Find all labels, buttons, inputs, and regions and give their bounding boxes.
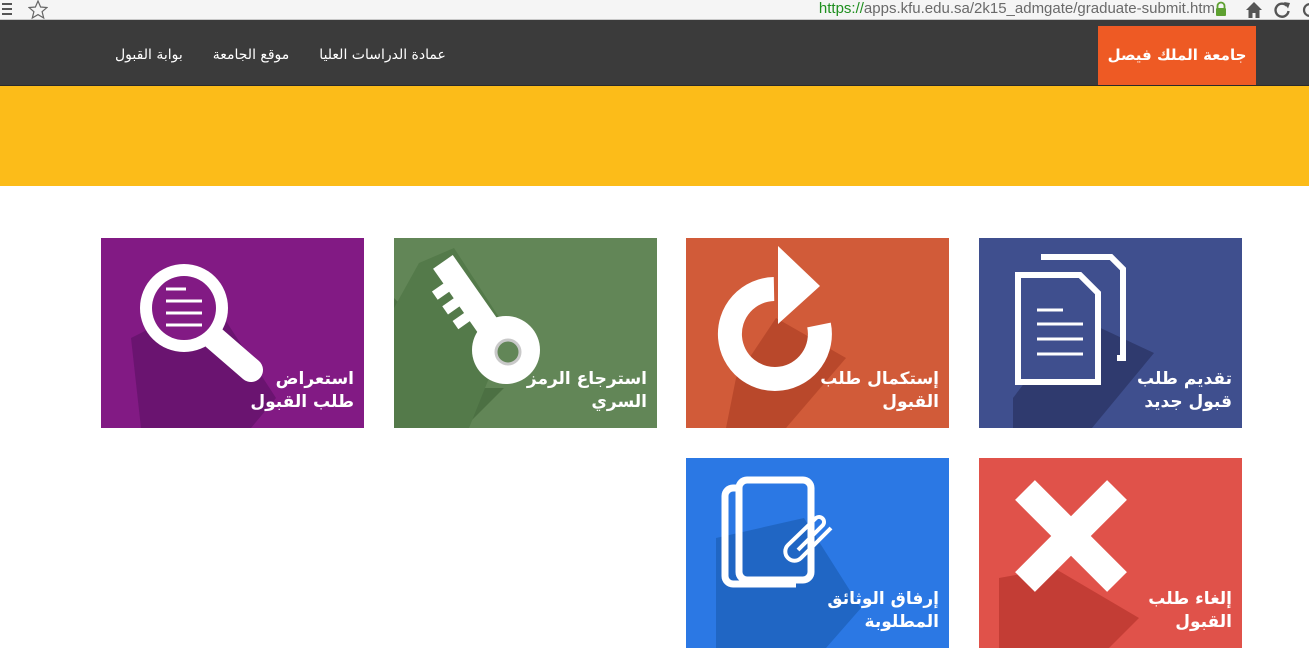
- nav-links: بوابة القبول موقع الجامعة عمادة الدراسات…: [100, 26, 461, 85]
- tile-complete-application[interactable]: إستكمال طلب القبول: [686, 238, 949, 428]
- forward-icon[interactable]: [1300, 0, 1309, 20]
- banner: [0, 86, 1309, 186]
- browser-toolbar: https://apps.kfu.edu.sa/2k15_admgate/gra…: [0, 0, 1309, 20]
- tile-label-line1: إرفاق الوثائق: [827, 589, 939, 609]
- tile-label-line2: القبول: [882, 392, 939, 412]
- top-navbar: جامعة الملك فيصل بوابة القبول موقع الجام…: [0, 20, 1309, 86]
- tile-label: إرفاق الوثائق المطلوبة: [827, 588, 939, 634]
- tile-label-line1: تقديم طلب: [1136, 369, 1232, 389]
- nav-link-admission-portal[interactable]: بوابة القبول: [100, 26, 198, 85]
- nav-link-university-site[interactable]: موقع الجامعة: [198, 26, 305, 85]
- university-brand[interactable]: جامعة الملك فيصل: [1098, 26, 1256, 85]
- tile-label: إلغاء طلب القبول: [1148, 588, 1232, 634]
- tile-label: استرجاع الرمز السري: [527, 368, 647, 414]
- tile-cancel-application[interactable]: إلغاء طلب القبول: [979, 458, 1242, 648]
- tile-view-application[interactable]: استعراض طلب القبول: [101, 238, 364, 428]
- url-scheme: https://: [818, 0, 864, 17]
- home-icon[interactable]: [1244, 0, 1264, 20]
- tile-label-line1: استعراض: [275, 369, 354, 389]
- tile-attach-documents[interactable]: إرفاق الوثائق المطلوبة: [686, 458, 949, 648]
- tile-label: استعراض طلب القبول: [250, 368, 354, 414]
- tile-new-application[interactable]: تقديم طلب قبول جديد: [979, 238, 1242, 428]
- tile-label-line2: السري: [591, 392, 647, 412]
- tile-label: تقديم طلب قبول جديد: [1137, 368, 1232, 414]
- nav-link-graduate-deanship[interactable]: عمادة الدراسات العليا: [304, 26, 461, 85]
- menu-icon[interactable]: [0, 0, 20, 20]
- tile-label: إستكمال طلب القبول: [820, 368, 939, 414]
- lock-icon: [1214, 1, 1228, 17]
- tile-label-line2: المطلوبة: [864, 612, 939, 632]
- tile-label-line1: استرجاع الرمز: [526, 369, 647, 389]
- address-bar-url[interactable]: https://apps.kfu.edu.sa/2k15_admgate/gra…: [819, 0, 1215, 20]
- tile-label-line1: إستكمال طلب: [820, 369, 939, 389]
- tile-label-line2: قبول جديد: [1144, 392, 1232, 412]
- url-path: /2k15_admgate/graduate-submit.htm: [969, 0, 1215, 17]
- tile-label-line2: القبول: [1175, 612, 1232, 632]
- url-host: apps.kfu.edu.sa: [863, 0, 970, 17]
- tile-label-line2: طلب القبول: [250, 392, 354, 412]
- reload-icon[interactable]: [1272, 0, 1292, 20]
- bookmark-star-icon[interactable]: [27, 0, 49, 20]
- tile-label-line1: إلغاء طلب: [1148, 589, 1232, 609]
- tile-retrieve-password[interactable]: استرجاع الرمز السري: [394, 238, 657, 428]
